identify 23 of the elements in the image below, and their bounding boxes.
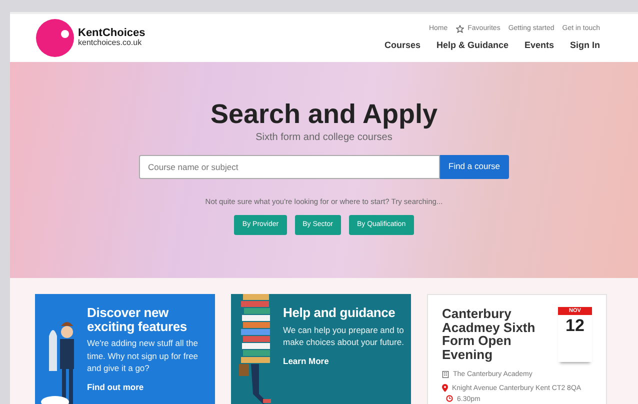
logo-domain: kentchoices.co.uk	[78, 39, 143, 48]
card-text: We're adding new stuff all the time. Why not sign up for free and give it a go?	[87, 337, 200, 374]
card-text: We can help you prepare and to make choices about your future.	[283, 324, 405, 348]
card-link[interactable]: Find out more	[87, 381, 144, 394]
location-pin-icon	[442, 384, 448, 392]
main-nav-link[interactable]: Sign In	[570, 38, 600, 52]
hero-title: Search and Apply	[210, 100, 438, 130]
main-nav-link[interactable]: Events	[524, 38, 554, 52]
clock-icon	[446, 395, 453, 402]
card-link[interactable]: Learn More	[283, 355, 329, 368]
hero-subtitle: Sixth form and college courses	[256, 130, 392, 145]
star-icon	[456, 25, 464, 34]
search-field[interactable]: Course name or subject	[139, 154, 440, 179]
card-title: Discover new exciting features	[87, 306, 188, 334]
main-nav-link[interactable]: Help & Guidance	[436, 38, 508, 52]
calendar-day: 12	[558, 315, 592, 337]
main-nav-link[interactable]: Courses	[384, 38, 420, 52]
card-title: Help and guidance	[283, 306, 396, 320]
building-icon	[442, 371, 449, 378]
logo-name[interactable]: KentChoices	[78, 28, 146, 40]
find-course-button[interactable]: Find a course	[440, 154, 509, 179]
event-title[interactable]: Canterbury Acadmey Sixth Form Open Evening	[442, 307, 550, 362]
logo-icon[interactable]	[36, 19, 74, 57]
